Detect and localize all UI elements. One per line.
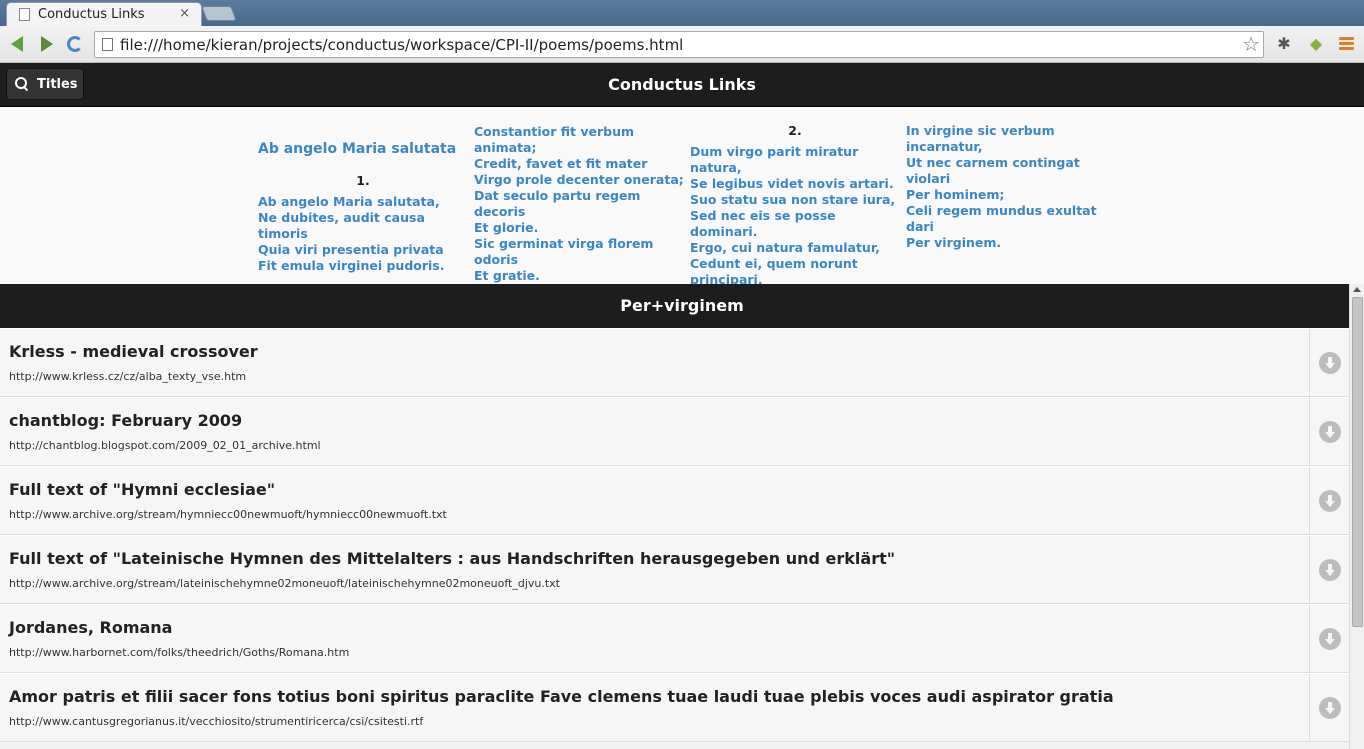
list-item[interactable]: chantblog: February 2009 http://chantblo…: [0, 397, 1349, 466]
download-button[interactable]: [1309, 605, 1349, 673]
poem-area: Ab angelo Maria salutata 1. Ab angelo Ma…: [0, 107, 1364, 287]
download-button[interactable]: [1309, 536, 1349, 604]
poem-line[interactable]: Ergo, cui natura famulatur,: [690, 240, 900, 256]
stanza-number: 2.: [788, 123, 802, 138]
link-url[interactable]: http://www.harbornet.com/folks/theedrich…: [9, 646, 349, 659]
search-icon: [15, 77, 29, 91]
poem-line[interactable]: Fit emula virginei pudoris.: [258, 258, 468, 274]
address-bar[interactable]: file:///home/kieran/projects/conductus/w…: [94, 31, 1264, 58]
download-button[interactable]: [1309, 398, 1349, 466]
poem-line[interactable]: Credit, favet et fit mater: [474, 156, 684, 172]
poem-line[interactable]: Per hominem;: [906, 187, 1116, 203]
titles-button-label: Titles: [37, 76, 78, 92]
poem-line[interactable]: Per virginem.: [906, 235, 1116, 251]
download-button[interactable]: [1309, 467, 1349, 535]
bug-extension-icon[interactable]: ✱: [1274, 34, 1294, 54]
menu-icon[interactable]: [1339, 37, 1354, 52]
page-icon: [102, 38, 113, 51]
page-header: Conductus Links Titles: [0, 63, 1364, 107]
poem-line[interactable]: Celi regem mundus exultat: [906, 203, 1116, 219]
poem-line[interactable]: Quia viri presentia privata: [258, 242, 468, 258]
list-item[interactable]: Full text of "Hymni ecclesiae" http://ww…: [0, 466, 1349, 535]
tab-strip: Conductus Links ×: [0, 0, 1364, 26]
link-url[interactable]: http://www.krless.cz/cz/alba_texty_vse.h…: [9, 370, 246, 383]
poem-line[interactable]: Suo statu sua non stare iura,: [690, 192, 900, 208]
poem-column-1: Ab angelo Maria salutata 1. Ab angelo Ma…: [258, 123, 468, 274]
poem-line[interactable]: Dum virgo parit miratur natura,: [690, 144, 900, 176]
download-button[interactable]: [1309, 329, 1349, 397]
list-item[interactable]: Full text of "Lateinische Hymnen des Mit…: [0, 535, 1349, 604]
poem-line[interactable]: Dat seculo partu regem decoris: [474, 188, 684, 220]
poem-line[interactable]: Et gratie.: [474, 268, 684, 284]
tab-title: Conductus Links: [38, 7, 145, 22]
titles-button[interactable]: Titles: [6, 68, 84, 100]
poem-line[interactable]: Virgo prole decenter onerata;: [474, 172, 684, 188]
forward-arrow-icon: [41, 36, 53, 52]
download-icon: [1318, 352, 1341, 374]
scroll-thumb[interactable]: [1352, 297, 1363, 627]
links-list: Krless - medieval crossover http://www.k…: [0, 328, 1349, 749]
link-url[interactable]: http://www.cantusgregorianus.it/vecchios…: [9, 715, 423, 728]
link-title[interactable]: Krless - medieval crossover: [9, 342, 258, 361]
poem-line[interactable]: Ne dubites, audit causa timoris: [258, 210, 468, 242]
download-icon: [1318, 421, 1341, 443]
list-item[interactable]: Krless - medieval crossover http://www.k…: [0, 328, 1349, 397]
browser-tab[interactable]: Conductus Links ×: [6, 2, 202, 26]
poem-line[interactable]: dari: [906, 219, 1116, 235]
link-title[interactable]: Full text of "Hymni ecclesiae": [9, 480, 275, 499]
new-tab-button[interactable]: [201, 6, 237, 21]
url-text[interactable]: file:///home/kieran/projects/conductus/w…: [120, 36, 683, 54]
poem-line[interactable]: odoris: [474, 252, 684, 268]
scroll-up-icon[interactable]: [1353, 287, 1361, 292]
link-title[interactable]: Full text of "Lateinische Hymnen des Mit…: [9, 549, 895, 568]
section-header: Per+virginem: [0, 284, 1364, 328]
reload-button[interactable]: [65, 34, 85, 54]
poem-line[interactable]: Se legibus videt novis artari.: [690, 176, 900, 192]
poem-line[interactable]: incarnatur,: [906, 139, 1116, 155]
poem-line[interactable]: Sed nec eis se posse dominari.: [690, 208, 900, 240]
poem-line[interactable]: Constantior fit verbum animata;: [474, 124, 684, 156]
download-icon: [1318, 628, 1341, 650]
android-extension-icon[interactable]: ◆: [1306, 34, 1326, 54]
scrollbar[interactable]: [1349, 284, 1364, 749]
poem-line[interactable]: Sic germinat virga florem: [474, 236, 684, 252]
download-icon: [1318, 490, 1341, 512]
download-icon: [1318, 559, 1341, 581]
back-arrow-icon: [11, 36, 23, 52]
poem-column-2: Constantior fit verbum animata; Credit, …: [474, 124, 684, 284]
poem-line[interactable]: Ut nec carnem contingat violari: [906, 155, 1116, 187]
forward-button[interactable]: [37, 34, 57, 54]
poem-column-4: In virgine sic verbum incarnatur, Ut nec…: [906, 123, 1116, 251]
poem-line[interactable]: Cedunt ei, quem norunt: [690, 256, 900, 272]
link-url[interactable]: http://chantblog.blogspot.com/2009_02_01…: [9, 439, 321, 452]
poem-line[interactable]: Et glorie.: [474, 220, 684, 236]
poem-line[interactable]: In virgine sic verbum: [906, 123, 1116, 139]
back-button[interactable]: [7, 34, 27, 54]
poem-column-3: 2. Dum virgo parit miratur natura, Se le…: [690, 123, 900, 288]
link-url[interactable]: http://www.archive.org/stream/lateinisch…: [9, 577, 560, 590]
reload-icon: [67, 36, 83, 52]
download-icon: [1318, 697, 1341, 719]
list-item[interactable]: Jordanes, Romana http://www.harbornet.co…: [0, 604, 1349, 673]
bookmark-star-icon[interactable]: ☆: [1242, 33, 1260, 55]
list-item[interactable]: Amor patris et filii sacer fons totius b…: [0, 673, 1349, 742]
browser-toolbar: file:///home/kieran/projects/conductus/w…: [0, 26, 1364, 63]
link-title[interactable]: Jordanes, Romana: [9, 618, 172, 637]
poem-heading[interactable]: Ab angelo Maria salutata: [258, 141, 468, 157]
download-button[interactable]: [1309, 674, 1349, 742]
page-title: Conductus Links: [608, 75, 756, 94]
poem-line[interactable]: Ab angelo Maria salutata,: [258, 194, 468, 210]
link-url[interactable]: http://www.archive.org/stream/hymniecc00…: [9, 508, 447, 521]
link-title[interactable]: chantblog: February 2009: [9, 411, 242, 430]
stanza-number: 1.: [356, 173, 370, 188]
close-icon[interactable]: ×: [179, 6, 190, 21]
link-title[interactable]: Amor patris et filii sacer fons totius b…: [9, 687, 1114, 706]
page-icon: [19, 8, 30, 21]
